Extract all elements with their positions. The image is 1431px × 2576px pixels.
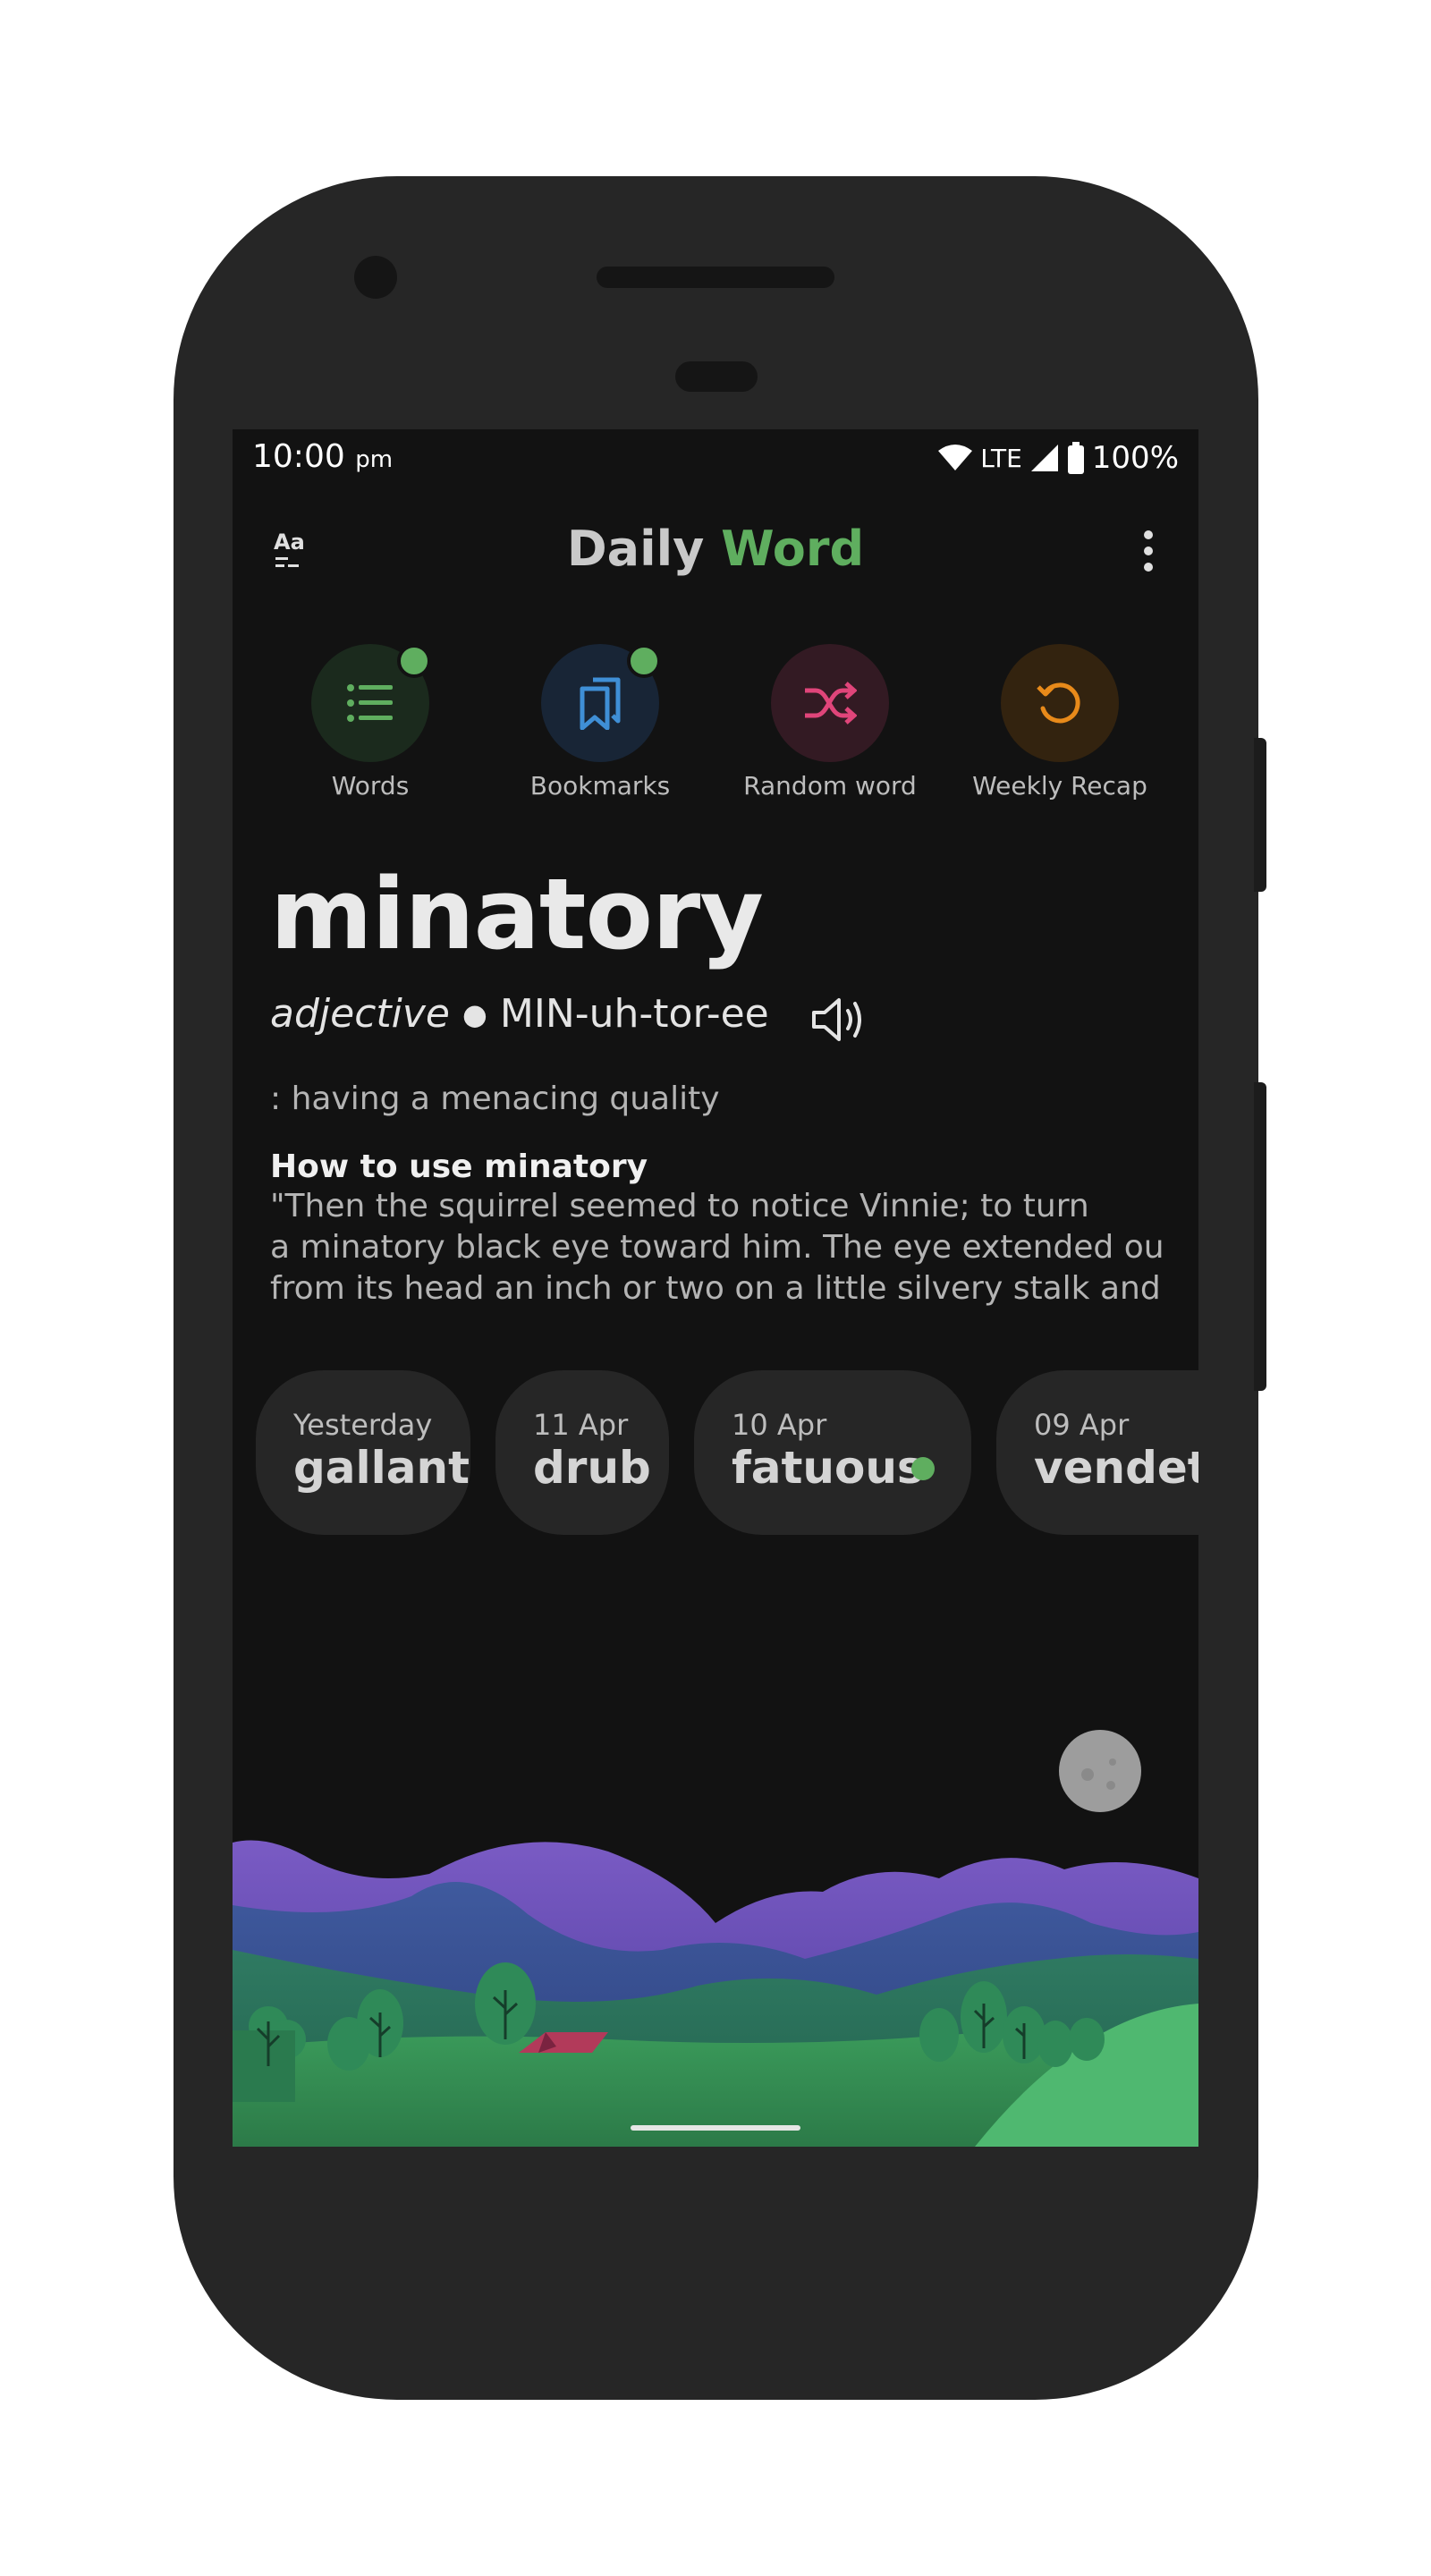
battery-level: 100% [1091, 440, 1179, 476]
app-title: Daily Word [566, 521, 865, 577]
bookmarks-icon [580, 677, 621, 730]
earpiece-speaker [597, 267, 834, 288]
history-date: 10 Apr [732, 1408, 827, 1442]
shortcut-words[interactable]: Words [254, 644, 487, 805]
status-right: LTE 100% [937, 438, 1179, 478]
new-indicator-dot [397, 644, 431, 678]
history-word: gallant [293, 1442, 470, 1494]
usage-example[interactable]: "Then the squirrel seemed to notice Vinn… [270, 1186, 1164, 1309]
history-word: drub [533, 1442, 651, 1494]
word-title: minatory [270, 857, 764, 971]
shortcut-row: Words Bookmarks Random word Weekly Recap [233, 644, 1198, 805]
history-word: fatuous [732, 1442, 924, 1494]
wifi-icon [938, 445, 973, 470]
bookmarks-button[interactable] [541, 644, 661, 762]
pronunciation: MIN-uh-tor-ee [499, 991, 769, 1037]
shuffle-icon [805, 682, 857, 724]
shortcut-random-word[interactable]: Random word [714, 644, 946, 805]
front-camera [354, 256, 397, 299]
speaker-icon[interactable] [810, 995, 868, 1045]
shortcut-bookmarks[interactable]: Bookmarks [484, 644, 716, 805]
shortcut-label: Weekly Recap [972, 771, 1147, 801]
separator-dot: ● [461, 996, 487, 1031]
signal-icon [1030, 445, 1058, 471]
word-definition: : having a menacing quality [270, 1080, 720, 1117]
shortcut-label: Bookmarks [529, 771, 671, 801]
history-date: 09 Apr [1034, 1408, 1130, 1442]
word-pronunciation-line: adjective ● MIN-uh-tor-ee [270, 991, 769, 1037]
home-indicator[interactable] [631, 2125, 800, 2131]
app-screen: 10:00 pm LTE 100% Aa Daily Word Words Bo… [233, 429, 1198, 2147]
history-card[interactable]: 11 Apr drub [495, 1370, 669, 1535]
usage-heading: How to use minatory [270, 1148, 648, 1185]
network-type: LTE [980, 443, 1022, 473]
app-bar: Aa Daily Word [233, 501, 1198, 587]
usage-line: from its head an inch or two on a little… [270, 1270, 1164, 1307]
status-bar: 10:00 pm LTE 100% [233, 429, 1198, 492]
history-card[interactable]: 09 Apr vendetta [996, 1370, 1198, 1535]
shortcut-weekly-recap[interactable]: Weekly Recap [944, 644, 1176, 805]
history-date: Yesterday [293, 1408, 433, 1442]
previous-words-carousel: Yesterday gallant 11 Apr drub 10 Apr fat… [256, 1370, 1198, 1535]
part-of-speech: adjective [270, 991, 450, 1037]
unread-indicator-dot [911, 1457, 935, 1480]
list-icon [347, 684, 393, 722]
more-vert-icon[interactable] [1143, 530, 1154, 572]
history-icon [1037, 682, 1080, 724]
shortcut-label: Words [331, 771, 410, 801]
weekly-recap-button[interactable] [1001, 644, 1119, 762]
volume-button [1254, 1082, 1266, 1391]
landscape-illustration [233, 1840, 1198, 2147]
history-word: vendetta [1034, 1442, 1198, 1494]
usage-line: a minatory black eye toward him. The eye… [270, 1229, 1164, 1266]
status-time: 10:00 pm [252, 438, 394, 475]
random-word-button[interactable] [771, 644, 889, 762]
battery-icon [1067, 442, 1084, 474]
history-card[interactable]: 10 Apr fatuous [694, 1370, 971, 1535]
history-date: 11 Apr [533, 1408, 629, 1442]
power-button [1254, 738, 1266, 892]
shortcut-label: Random word [743, 771, 917, 801]
words-button[interactable] [311, 644, 431, 762]
proximity-sensor [675, 361, 758, 392]
new-indicator-dot [627, 644, 661, 678]
usage-line: "Then the squirrel seemed to notice Vinn… [270, 1188, 1089, 1224]
history-card[interactable]: Yesterday gallant [256, 1370, 470, 1535]
moon-icon[interactable] [1057, 1728, 1143, 1814]
